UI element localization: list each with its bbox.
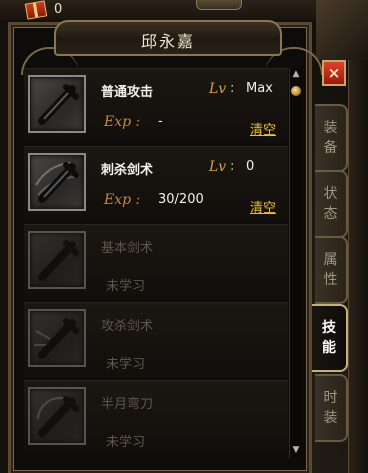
top-status-strip: 0 bbox=[0, 0, 368, 20]
skill-list-scrollbar[interactable]: ▲ ▼ bbox=[289, 68, 302, 458]
sword-arc-icon bbox=[37, 396, 79, 437]
skill-name: 普通攻击 bbox=[101, 85, 154, 100]
tab-label: 备 bbox=[323, 140, 338, 156]
gift-icon[interactable] bbox=[24, 0, 48, 20]
learn-status: 未学习 bbox=[106, 279, 146, 294]
tab-equipment[interactable]: 装 备 bbox=[315, 104, 348, 172]
skill-row[interactable]: 基本剑术 未学习 bbox=[24, 224, 288, 299]
skill-slot[interactable] bbox=[28, 153, 86, 211]
skill-row[interactable]: 刺杀剑术 Lv : 0 Exp : 30/200 清空 bbox=[24, 146, 288, 221]
tab-label: 装 bbox=[323, 120, 338, 136]
skill-slot[interactable] bbox=[28, 309, 86, 367]
sword-swirl-icon bbox=[35, 162, 79, 203]
skill-slot[interactable] bbox=[28, 75, 86, 133]
sword-icon bbox=[38, 240, 79, 281]
tab-label: 状 bbox=[323, 186, 338, 202]
scroll-up-arrow-icon[interactable]: ▲ bbox=[290, 68, 302, 80]
tab-fashion[interactable]: 时 装 bbox=[315, 374, 348, 442]
tab-label: 时 bbox=[323, 390, 338, 406]
clear-button[interactable]: 清空 bbox=[250, 197, 276, 216]
level-colon: : bbox=[230, 81, 235, 96]
close-button[interactable]: × bbox=[322, 60, 346, 86]
learn-status: 未学习 bbox=[106, 357, 146, 372]
skill-slot[interactable] bbox=[28, 231, 86, 289]
skill-name: 攻杀剑术 bbox=[101, 319, 154, 334]
scroll-thumb[interactable] bbox=[291, 86, 301, 96]
level-label: Lv bbox=[209, 159, 227, 175]
exp-label: Exp : bbox=[104, 114, 141, 130]
skill-row[interactable]: 半月弯刀 未学习 bbox=[24, 380, 288, 455]
sword-icon bbox=[38, 84, 79, 125]
tab-label: 性 bbox=[323, 272, 338, 288]
tab-attributes[interactable]: 属 性 bbox=[315, 236, 348, 304]
scroll-down-arrow-icon[interactable]: ▼ bbox=[290, 444, 302, 456]
skill-row[interactable]: 攻杀剑术 未学习 bbox=[24, 302, 288, 377]
exp-value: - bbox=[158, 114, 163, 129]
gift-count: 0 bbox=[54, 2, 63, 17]
tab-status[interactable]: 状 态 bbox=[315, 170, 348, 238]
exp-label: Exp : bbox=[104, 192, 141, 208]
tab-skills[interactable]: 技 能 bbox=[312, 304, 348, 372]
learn-status: 未学习 bbox=[106, 435, 146, 450]
tab-label: 装 bbox=[323, 410, 338, 426]
skill-name: 半月弯刀 bbox=[101, 397, 154, 412]
game-scene: 0 邱永嘉 普通攻击 Lv : Max Exp : - 清空 刺杀剑术 Lv:… bbox=[0, 0, 368, 473]
level-colon: : bbox=[230, 159, 235, 174]
skill-name: 基本剑术 bbox=[101, 241, 154, 256]
tab-label: 技 bbox=[322, 320, 336, 336]
exp-value: 30/200 bbox=[158, 192, 204, 207]
skill-row[interactable]: 普通攻击 Lv : Max Exp : - 清空 bbox=[24, 68, 288, 143]
frame-corner-ornament bbox=[316, 0, 368, 60]
tab-label: 属 bbox=[323, 252, 338, 268]
top-ornament bbox=[196, 0, 242, 10]
tab-label: 能 bbox=[322, 340, 336, 356]
level-value: 0 bbox=[246, 159, 255, 174]
level-value: Max bbox=[246, 81, 273, 96]
clear-button[interactable]: 清空 bbox=[250, 119, 276, 138]
level-label: Lv bbox=[209, 81, 227, 97]
window-right-edge bbox=[348, 60, 368, 473]
skill-slot[interactable] bbox=[28, 387, 86, 445]
skill-name: 刺杀剑术 bbox=[101, 163, 154, 178]
tab-label: 态 bbox=[323, 206, 338, 222]
skill-list: 普通攻击 Lv : Max Exp : - 清空 刺杀剑术 Lv : 0 Exp… bbox=[24, 68, 288, 473]
sword-burst-icon bbox=[34, 318, 79, 360]
character-name: 邱永嘉 bbox=[140, 32, 195, 51]
